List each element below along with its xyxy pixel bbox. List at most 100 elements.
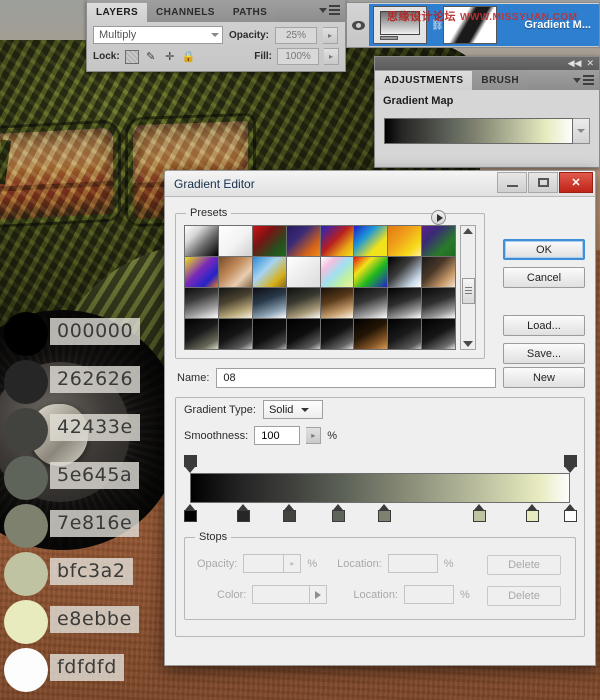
preset-swatch-0[interactable] [185,226,218,256]
color-stop-7[interactable] [564,504,577,522]
opacity-stop-1[interactable] [564,455,577,473]
ok-button[interactable]: OK [503,239,585,260]
color-stop-3[interactable] [332,504,346,522]
preset-swatch-1[interactable] [218,226,252,256]
preset-swatch-10[interactable] [252,257,286,287]
preset-swatch-14[interactable] [388,257,422,287]
preset-swatch-11[interactable] [286,257,320,287]
tab-channels[interactable]: CHANNELS [147,3,224,22]
layer-mask-thumbnail[interactable] [443,6,497,44]
gradient-strip[interactable] [190,473,570,503]
color-stop-0[interactable] [184,504,197,522]
gradient-strip-editor[interactable] [184,455,577,525]
preset-swatch-7[interactable] [422,226,455,256]
preset-swatch-25[interactable] [218,319,252,349]
layer-list-row[interactable]: ⛓ Gradient M... 思缘设计论坛 WWW.MISSYUAN.COM [346,2,600,48]
opacity-input[interactable]: 25% [275,26,318,44]
lock-image-pixels-brush-icon[interactable]: ✎ [144,50,158,64]
preset-swatch-19[interactable] [286,288,320,318]
color-stop-2[interactable] [282,504,296,522]
chevron-down-icon [577,129,585,133]
preset-swatch-4[interactable] [320,226,354,256]
presets-grid[interactable] [184,225,456,350]
maximize-button[interactable] [528,172,558,193]
tab-layers[interactable]: LAYERS [87,3,148,22]
preset-swatch-6[interactable] [388,226,422,256]
preset-swatch-5[interactable] [354,226,388,256]
load-button[interactable]: Load... [503,315,585,336]
preset-swatch-16[interactable] [185,288,218,318]
preset-swatch-8[interactable] [185,257,218,287]
gradient-picker-dropdown-button[interactable] [573,118,590,144]
opacity-stop-0[interactable] [184,455,197,473]
stop-color-location-input[interactable] [404,585,454,604]
fill-stepper-icon[interactable]: ▸ [324,48,339,65]
minimize-button[interactable] [497,172,527,193]
scrollbar-thumb[interactable] [461,277,475,304]
stop-opacity-stepper-icon[interactable]: ▸ [283,555,300,572]
delete-color-stop-button[interactable]: Delete [487,585,561,606]
delete-opacity-stop-button[interactable]: Delete [487,554,561,575]
tab-paths[interactable]: PATHS [223,3,277,22]
presets-menu-button[interactable] [431,210,446,225]
color-stop-6[interactable] [525,504,539,522]
preset-swatch-26[interactable] [252,319,286,349]
lock-position-move-icon[interactable]: ✛ [163,50,177,64]
stop-color-swatch[interactable] [252,585,311,604]
preset-swatch-29[interactable] [354,319,388,349]
opacity-stepper-icon[interactable]: ▸ [323,26,339,44]
preset-swatch-24[interactable] [185,319,218,349]
panel-menu-icon[interactable] [319,5,340,15]
preset-swatch-12[interactable] [320,257,354,287]
preset-swatch-30[interactable] [388,319,422,349]
fill-input[interactable]: 100% [277,48,319,65]
scroll-down-arrow-icon[interactable] [463,341,473,347]
chevron-down-icon [301,407,310,412]
preset-swatch-20[interactable] [320,288,354,318]
layer-link-chain-icon[interactable]: ⛓ [431,20,444,31]
stop-opacity-input[interactable]: ▸ [243,554,302,573]
preset-swatch-21[interactable] [354,288,388,318]
layer-item-gradient-map[interactable]: ⛓ Gradient M... 思缘设计论坛 WWW.MISSYUAN.COM [369,4,599,46]
scroll-up-arrow-icon[interactable] [463,228,473,234]
preset-swatch-22[interactable] [388,288,422,318]
color-stop-1[interactable] [237,504,251,522]
lock-all-padlock-icon[interactable]: 🔒 [182,50,196,64]
preset-swatch-13[interactable] [354,257,388,287]
save-button[interactable]: Save... [503,343,585,364]
preset-swatch-9[interactable] [218,257,252,287]
gradient-map-preview[interactable] [384,118,573,144]
preset-swatch-23[interactable] [422,288,455,318]
color-stop-5[interactable] [472,504,486,522]
preset-swatch-27[interactable] [286,319,320,349]
preset-swatch-15[interactable] [422,257,455,287]
close-icon[interactable]: ✕ [586,59,594,68]
preset-swatch-28[interactable] [320,319,354,349]
lock-transparent-pixels-icon[interactable] [124,49,139,64]
color-stop-4[interactable] [377,504,391,522]
blend-mode-select[interactable]: Multiply [93,26,223,44]
layer-thumbnail[interactable] [373,6,427,44]
stop-color-dropdown-button[interactable] [310,585,328,604]
layer-visibility-toggle[interactable] [347,20,369,30]
tab-brush[interactable]: BRUSH [472,71,528,90]
tab-adjustments[interactable]: ADJUSTMENTS [375,71,473,90]
stop-color-control[interactable] [252,585,328,604]
preset-swatch-31[interactable] [422,319,455,349]
new-button[interactable]: New [503,367,585,388]
preset-swatch-18[interactable] [252,288,286,318]
preset-swatch-2[interactable] [252,226,286,256]
stop-opacity-location-input[interactable] [387,554,438,573]
gradient-name-input[interactable]: 08 [216,367,496,388]
gradient-type-select[interactable]: Solid [262,400,323,419]
presets-scrollbar[interactable] [460,225,476,350]
collapse-panel-icon[interactable]: ◀◀ [568,59,582,68]
dialog-titlebar[interactable]: Gradient Editor ✕ [165,171,595,197]
close-button[interactable]: ✕ [559,172,593,193]
smoothness-stepper-icon[interactable]: ▸ [306,427,322,444]
cancel-button[interactable]: Cancel [503,267,585,288]
preset-swatch-17[interactable] [218,288,252,318]
preset-swatch-3[interactable] [286,226,320,256]
panel-menu-icon[interactable] [573,75,594,85]
smoothness-input[interactable]: 100 [254,426,301,445]
